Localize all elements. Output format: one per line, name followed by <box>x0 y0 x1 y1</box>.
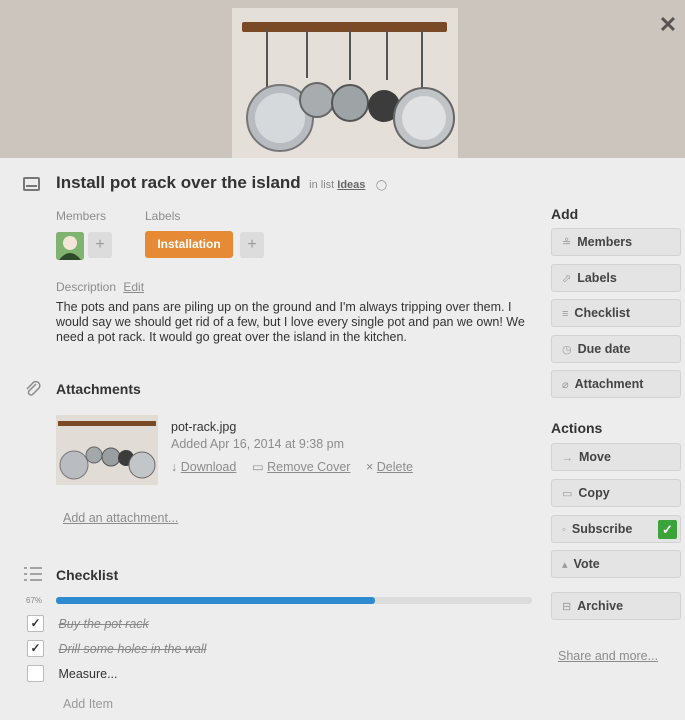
attachment-added-date: Added Apr 16, 2014 at 9:38 pm <box>171 437 345 451</box>
add-member-button[interactable]: + <box>88 232 112 258</box>
checklist-item: ✓ Drill some holes in the wall <box>27 640 206 658</box>
add-due-date-label: Due date <box>577 342 631 356</box>
add-labels-label: Labels <box>577 271 617 285</box>
download-link[interactable]: ↓ Download <box>171 460 236 474</box>
vote-label: Vote <box>573 557 600 571</box>
delete-label: Delete <box>376 460 413 474</box>
cover-photo <box>232 8 458 158</box>
card-title[interactable]: Install pot rack over the island <box>56 173 301 192</box>
tag-icon: ⬀ <box>562 273 572 285</box>
add-members-button[interactable]: ≗ Members <box>551 228 681 256</box>
pot-rack-image <box>232 8 458 158</box>
add-due-date-button[interactable]: ◷ Due date <box>551 335 681 363</box>
add-label-button[interactable]: + <box>240 232 264 258</box>
list-link[interactable]: Ideas <box>337 179 365 191</box>
archive-icon: ⊟ <box>562 601 572 613</box>
subscribe-label: Subscribe <box>571 522 633 536</box>
download-label: Download <box>180 460 237 474</box>
checklist-item-text[interactable]: Buy the pot rack <box>58 617 148 631</box>
add-attachment-label: Attachment <box>574 377 644 391</box>
add-checklist-label: Checklist <box>574 306 631 320</box>
description-text: The pots and pans are piling up on the g… <box>56 300 525 344</box>
card-cover: ✕ <box>0 0 685 158</box>
delete-icon: × <box>365 460 374 474</box>
card-icon <box>23 177 40 191</box>
attachment-thumbnail-image <box>56 415 158 485</box>
arrow-right-icon: → <box>562 452 573 464</box>
attachment-filename: pot-rack.jpg <box>171 420 237 434</box>
checklist-title: Checklist <box>56 567 119 583</box>
remove-cover-link[interactable]: ▭ Remove Cover <box>252 460 351 474</box>
checklist-item-text[interactable]: Measure... <box>58 667 117 681</box>
move-button[interactable]: → Move <box>551 443 681 471</box>
add-attachment-button[interactable]: ⌀ Attachment <box>551 370 681 398</box>
description-label: Description <box>56 280 117 294</box>
eye-icon: ◯ <box>375 180 388 191</box>
checklist-checkbox[interactable]: ✓ <box>27 640 44 658</box>
copy-label: Copy <box>578 486 610 500</box>
in-list-text: in list Ideas <box>309 179 365 191</box>
checklist-progress-percent: 67% <box>26 596 43 605</box>
checklist-checkbox[interactable] <box>27 665 44 683</box>
checklist-item-text[interactable]: Drill some holes in the wall <box>58 642 206 656</box>
download-icon: ↓ <box>171 460 178 474</box>
archive-button[interactable]: ⊟ Archive <box>551 592 681 620</box>
labels-label: Labels <box>145 209 181 223</box>
subscribed-check-icon: ✓ <box>658 520 677 539</box>
member-icon: ≗ <box>562 237 572 249</box>
checklist-icon: ≡ <box>562 308 569 320</box>
checklist-item: Measure... <box>27 665 118 683</box>
add-checklist-item[interactable]: Add Item <box>63 697 113 711</box>
add-members-label: Members <box>577 235 633 249</box>
remove-cover-label: Remove Cover <box>267 460 351 474</box>
attachment-thumbnail[interactable] <box>56 415 158 485</box>
avatar[interactable] <box>56 232 84 260</box>
description-edit-link[interactable]: Edit <box>123 280 144 294</box>
description-header: Description Edit <box>56 280 144 294</box>
label-installation[interactable]: Installation <box>145 231 233 258</box>
cover-icon: ▭ <box>251 460 264 474</box>
add-labels-button[interactable]: ⬀ Labels <box>551 264 681 292</box>
avatar-icon <box>56 232 84 260</box>
add-checklist-button[interactable]: ≡ Checklist <box>551 299 681 327</box>
checklist-checkbox[interactable]: ✓ <box>27 615 44 633</box>
add-attachment-link[interactable]: Add an attachment... <box>63 511 178 525</box>
clock-icon: ◷ <box>562 344 572 356</box>
vote-button[interactable]: ▴ Vote <box>551 550 681 578</box>
checklist-icon <box>24 566 42 587</box>
attachment-actions: ↓ Download ▭ Remove Cover × Delete <box>171 459 425 474</box>
share-and-more-link[interactable]: Share and more... <box>558 649 658 663</box>
delete-attachment-link[interactable]: × Delete <box>366 460 413 474</box>
in-list-prefix: in list <box>309 179 335 191</box>
card-title-row: Install pot rack over the island in list… <box>56 173 387 193</box>
paperclip-icon <box>24 380 42 403</box>
actions-heading: Actions <box>551 420 603 436</box>
checklist-item: ✓ Buy the pot rack <box>27 615 149 633</box>
checklist-progress-bar <box>56 597 532 604</box>
move-label: Move <box>579 450 611 464</box>
checklist-progress-fill <box>56 597 375 604</box>
copy-icon: ▭ <box>562 488 573 500</box>
add-heading: Add <box>551 206 579 222</box>
paperclip-icon: ⌀ <box>562 379 569 391</box>
attachments-title: Attachments <box>56 381 141 397</box>
archive-label: Archive <box>577 599 624 613</box>
subscribe-button[interactable]: ◦ Subscribe ✓ <box>551 515 681 543</box>
eye-icon: ◦ <box>562 524 566 536</box>
copy-button[interactable]: ▭ Copy <box>551 479 681 507</box>
thumbs-up-icon: ▴ <box>562 559 568 571</box>
members-label: Members <box>56 209 107 223</box>
close-icon[interactable]: ✕ <box>657 14 679 36</box>
